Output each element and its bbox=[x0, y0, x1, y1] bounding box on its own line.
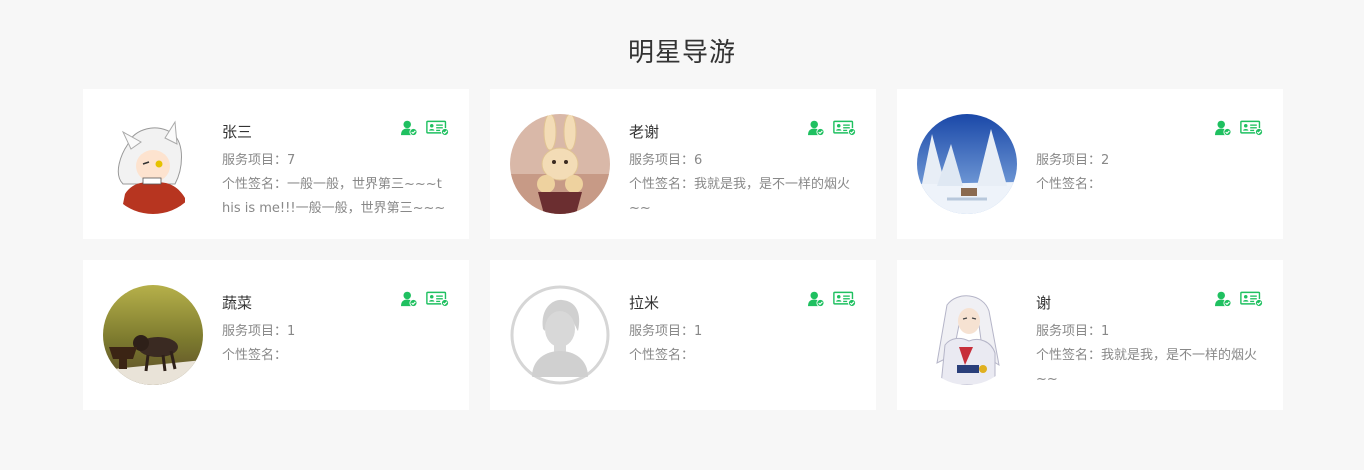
verify-icons bbox=[400, 120, 449, 140]
verified-id-card-icon[interactable] bbox=[1240, 291, 1263, 311]
verified-id-card-icon[interactable] bbox=[833, 291, 856, 311]
verified-user-icon[interactable] bbox=[400, 120, 418, 140]
avatar[interactable] bbox=[103, 114, 203, 214]
guide-name[interactable]: 谢 bbox=[1036, 292, 1051, 313]
guide-name[interactable]: 张三 bbox=[222, 121, 252, 142]
verify-icons bbox=[400, 291, 449, 311]
verify-icons bbox=[807, 291, 856, 311]
service-count: 服务项目：2 bbox=[1036, 153, 1110, 168]
service-count: 服务项目：1 bbox=[629, 324, 703, 339]
avatar[interactable] bbox=[917, 114, 1017, 214]
verified-user-icon[interactable] bbox=[1214, 120, 1232, 140]
service-count: 服务项目：7 bbox=[222, 153, 296, 168]
guide-card[interactable]: 蔬菜 服务项目：1 个性签名： bbox=[83, 260, 469, 410]
verified-id-card-icon[interactable] bbox=[426, 291, 449, 311]
avatar[interactable] bbox=[510, 285, 610, 385]
service-count: 服务项目：1 bbox=[222, 324, 296, 339]
signature: 个性签名：我就是我，是不一样的烟火~~ bbox=[629, 177, 851, 216]
guide-card[interactable]: 谢 服务项目：1 个性签名：我就是我，是不一样的烟火~~ bbox=[897, 260, 1283, 410]
signature: 个性签名： bbox=[1036, 177, 1102, 192]
guide-name[interactable]: 拉米 bbox=[629, 292, 659, 313]
verified-user-icon[interactable] bbox=[807, 120, 825, 140]
verified-user-icon[interactable] bbox=[400, 291, 418, 311]
signature: 个性签名： bbox=[222, 348, 288, 363]
guide-card[interactable]: 老谢 服务项目：6 个性签名：我就是我，是不一样的烟火~~ bbox=[490, 89, 876, 239]
verified-id-card-icon[interactable] bbox=[1240, 120, 1263, 140]
guide-card[interactable]: 张三 服务项目：7 个性签名：一般一般，世界第三~~~this is me!!!… bbox=[83, 89, 469, 239]
guide-name[interactable]: 老谢 bbox=[629, 121, 659, 142]
avatar[interactable] bbox=[103, 285, 203, 385]
verify-icons bbox=[1214, 291, 1263, 311]
service-count: 服务项目：6 bbox=[629, 153, 703, 168]
verified-id-card-icon[interactable] bbox=[426, 120, 449, 140]
page-title: 明星导游 bbox=[627, 38, 736, 68]
verify-icons bbox=[1214, 120, 1263, 140]
verified-user-icon[interactable] bbox=[807, 291, 825, 311]
signature: 个性签名：一般一般，世界第三~~~this is me!!!一般一般，世界第三~… bbox=[222, 177, 446, 216]
verify-icons bbox=[807, 120, 856, 140]
signature: 个性签名：我就是我，是不一样的烟火~~ bbox=[1036, 348, 1258, 387]
signature: 个性签名： bbox=[629, 348, 695, 363]
verified-id-card-icon[interactable] bbox=[833, 120, 856, 140]
verified-user-icon[interactable] bbox=[1214, 291, 1232, 311]
guide-name[interactable]: 蔬菜 bbox=[222, 292, 252, 313]
guide-card[interactable]: 服务项目：2 个性签名： bbox=[897, 89, 1283, 239]
guide-card[interactable]: 拉米 服务项目：1 个性签名： bbox=[490, 260, 876, 410]
avatar[interactable] bbox=[510, 114, 610, 214]
avatar[interactable] bbox=[917, 285, 1017, 385]
service-count: 服务项目：1 bbox=[1036, 324, 1110, 339]
